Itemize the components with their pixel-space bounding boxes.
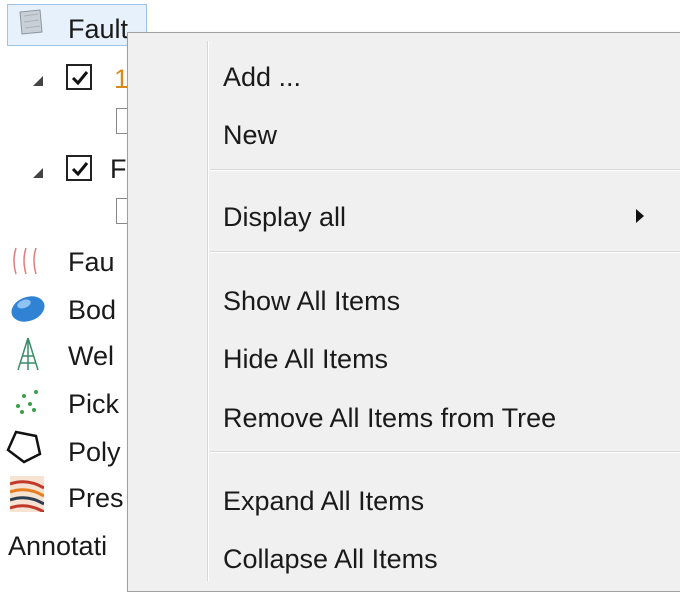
tree-item-annotations[interactable]: Annotati <box>8 530 107 562</box>
tree-item-fault[interactable]: Fault <box>68 13 128 45</box>
fault-folder-icon <box>18 8 44 41</box>
menu-item-label: Display all <box>223 202 347 232</box>
pick-points-icon <box>12 386 42 421</box>
menu-separator <box>210 169 680 171</box>
menu-item-label: Remove All Items from Tree <box>223 403 557 433</box>
menu-item-label: Add ... <box>223 62 302 92</box>
tree-item-bod[interactable]: Bod <box>68 294 116 326</box>
tree-item-pick[interactable]: Pick <box>68 388 119 420</box>
tree-item-f[interactable]: F <box>110 153 127 185</box>
presentation-layers-icon <box>9 476 45 517</box>
menu-item-display-all[interactable]: Display all <box>128 193 680 243</box>
expand-triangle-icon[interactable] <box>32 166 44 184</box>
tree-item-wel[interactable]: Wel <box>68 340 114 372</box>
geobody-icon <box>8 292 48 331</box>
tree-item-pres[interactable]: Pres <box>68 482 124 514</box>
submenu-arrow-icon <box>636 209 644 223</box>
menu-item-label: Collapse All Items <box>223 544 438 574</box>
tree-item-poly[interactable]: Poly <box>68 436 121 468</box>
menu-item-expand-all-items[interactable]: Expand All Items <box>128 477 680 527</box>
fault-sticks-icon <box>10 246 42 281</box>
well-icon <box>14 336 42 377</box>
menu-item-hide-all-items[interactable]: Hide All Items <box>128 335 680 385</box>
menu-item-add[interactable]: Add ... <box>128 53 680 103</box>
tree-checkbox[interactable] <box>66 155 92 181</box>
menu-item-remove-all-items-from-tree[interactable]: Remove All Items from Tree <box>128 394 680 444</box>
tree-checkbox[interactable] <box>66 64 92 90</box>
menu-item-show-all-items[interactable]: Show All Items <box>128 277 680 327</box>
menu-separator <box>210 251 680 253</box>
context-menu: Add ... New Display all Show All Items H… <box>127 32 680 592</box>
menu-item-new[interactable]: New <box>128 111 680 161</box>
menu-item-label: New <box>223 120 278 150</box>
expand-triangle-icon[interactable] <box>32 74 44 92</box>
tree-item-fau[interactable]: Fau <box>68 246 115 278</box>
menu-item-label: Hide All Items <box>223 344 389 374</box>
menu-item-collapse-all-items[interactable]: Collapse All Items <box>128 535 680 585</box>
menu-separator <box>210 451 680 453</box>
menu-item-label: Expand All Items <box>223 486 425 516</box>
polygon-icon <box>6 430 42 469</box>
menu-item-label: Show All Items <box>223 286 401 316</box>
